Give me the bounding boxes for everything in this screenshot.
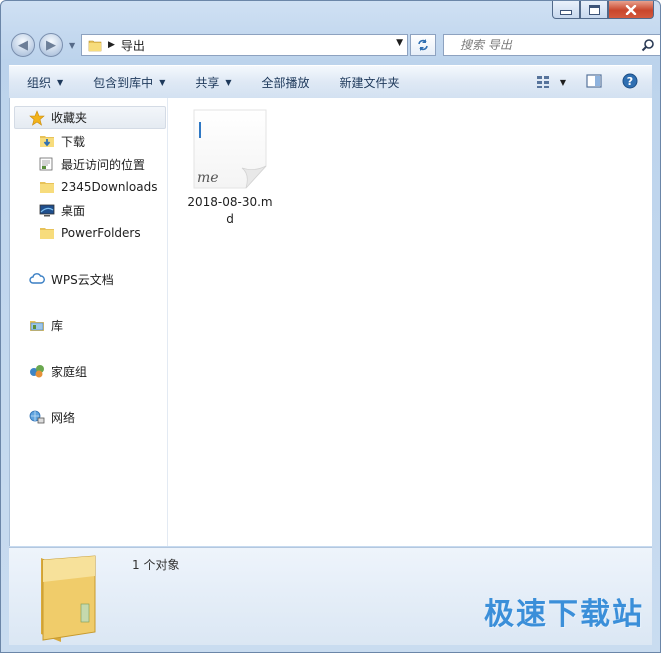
refresh-button[interactable] — [410, 34, 436, 56]
window-controls — [552, 1, 654, 19]
nav-libraries[interactable]: 库 — [29, 315, 63, 335]
forward-arrow-icon: ▶ — [46, 37, 56, 53]
nav-wps-cloud-label: WPS云文档 — [51, 272, 114, 287]
breadcrumb-separator-icon[interactable]: ▶ — [108, 40, 115, 50]
folder-icon — [88, 40, 102, 52]
share-label: 共享 — [195, 75, 220, 90]
play-all-button[interactable]: 全部播放 — [262, 74, 310, 91]
command-bar: 组织 ▼ 包含到库中 ▼ 共享 ▼ 全部播放 新建文件夹 ▼ ? — [9, 65, 652, 99]
preview-pane-button[interactable] — [586, 73, 602, 91]
library-icon — [30, 321, 44, 331]
help-icon: ? — [622, 73, 638, 88]
new-folder-label: 新建文件夹 — [339, 75, 400, 90]
organize-menu[interactable]: 组织 ▼ — [27, 74, 63, 91]
minimize-button[interactable] — [552, 1, 580, 19]
recent-places-icon — [39, 157, 53, 171]
chevron-down-icon: ▼ — [225, 77, 232, 87]
folder-icon — [40, 182, 54, 193]
item-count: 1 个对象 — [132, 558, 180, 572]
close-button[interactable] — [608, 1, 654, 19]
nav-network[interactable]: 网络 — [29, 407, 75, 427]
cloud-icon — [29, 273, 45, 284]
nav-item-label: PowerFolders — [61, 226, 141, 240]
maximize-button[interactable] — [580, 1, 608, 19]
nav-network-label: 网络 — [51, 410, 76, 425]
details-pane: 1 个对象 极速下载站 — [9, 547, 652, 645]
content-area: 收藏夹 下载 最近访问的位置 2345Downloads 桌面 PowerFol… — [9, 98, 652, 546]
address-row: ◀ ▶ ▼ ▶ 导出 ▼ — [9, 31, 660, 61]
nav-item-desktop[interactable]: 桌面 — [39, 200, 85, 220]
breadcrumb-item[interactable]: 导出 — [121, 37, 145, 54]
forward-button[interactable]: ▶ — [39, 33, 63, 57]
search-icon[interactable] — [641, 38, 655, 52]
history-dropdown-icon[interactable]: ▼ — [69, 41, 75, 50]
nav-item-label: 2345Downloads — [61, 180, 158, 194]
homegroup-icon — [30, 365, 44, 378]
chevron-down-icon: ▼ — [159, 77, 166, 87]
large-folder-icon — [41, 555, 96, 642]
include-in-library-menu[interactable]: 包含到库中 ▼ — [93, 74, 165, 91]
refresh-icon — [418, 39, 428, 51]
file-list: me 2018-08-30.md — [168, 98, 652, 546]
navigation-pane: 收藏夹 下载 最近访问的位置 2345Downloads 桌面 PowerFol… — [10, 98, 168, 546]
nav-item-label: 最近访问的位置 — [61, 157, 146, 172]
share-menu[interactable]: 共享 ▼ — [195, 74, 231, 91]
address-dropdown-icon[interactable]: ▼ — [396, 38, 403, 48]
minimize-icon — [560, 9, 572, 15]
nav-libraries-label: 库 — [51, 318, 64, 333]
organize-label: 组织 — [27, 75, 52, 90]
play-all-label: 全部播放 — [261, 75, 310, 90]
markdown-file-icon: me — [193, 109, 267, 189]
nav-item-label: 下载 — [61, 134, 86, 149]
desktop-icon — [39, 204, 55, 217]
address-bar[interactable]: ▶ 导出 ▼ — [81, 34, 408, 56]
star-icon — [29, 109, 45, 126]
back-arrow-icon: ◀ — [18, 37, 28, 53]
file-name: 2018-08-30.md — [187, 195, 273, 226]
help-button[interactable]: ? — [622, 73, 638, 92]
explorer-window: ◀ ▶ ▼ ▶ 导出 ▼ 搜索 导出 组织 ▼ 包含到库中 ▼ 共享 ▼ 全部播… — [0, 0, 661, 653]
nav-favorites[interactable]: 收藏夹 — [14, 106, 166, 129]
view-controls: ▼ ? — [536, 66, 652, 98]
nav-homegroup[interactable]: 家庭组 — [29, 361, 87, 381]
network-icon — [29, 410, 45, 424]
maximize-icon — [588, 4, 600, 15]
search-box[interactable] — [443, 34, 660, 56]
search-input[interactable] — [458, 37, 632, 53]
nav-item-downloads[interactable]: 下载 — [39, 131, 85, 151]
view-grid-icon — [536, 76, 549, 88]
file-item[interactable]: me 2018-08-30.md — [185, 108, 275, 228]
new-folder-button[interactable]: 新建文件夹 — [340, 74, 400, 91]
nav-homegroup-label: 家庭组 — [51, 364, 88, 379]
nav-item-powerfolders[interactable]: PowerFolders — [39, 223, 141, 243]
nav-item-label: 桌面 — [61, 203, 86, 218]
nav-item-recent-places[interactable]: 最近访问的位置 — [39, 154, 145, 174]
nav-wps-cloud[interactable]: WPS云文档 — [29, 269, 114, 289]
folder-icon — [40, 228, 54, 239]
svg-text:?: ? — [627, 75, 633, 88]
file-thumb-text: me — [197, 170, 219, 186]
include-in-library-label: 包含到库中 — [93, 75, 154, 90]
nav-favorites-label: 收藏夹 — [51, 111, 88, 125]
close-icon — [625, 4, 637, 15]
nav-item-2345downloads[interactable]: 2345Downloads — [39, 177, 157, 197]
change-view-button[interactable]: ▼ — [536, 75, 566, 89]
download-folder-icon — [40, 136, 54, 147]
preview-pane-icon — [586, 73, 602, 88]
chevron-down-icon: ▼ — [559, 77, 566, 87]
watermark-text: 极速下载站 — [484, 597, 644, 632]
back-button[interactable]: ◀ — [11, 33, 35, 57]
chevron-down-icon: ▼ — [57, 77, 64, 87]
